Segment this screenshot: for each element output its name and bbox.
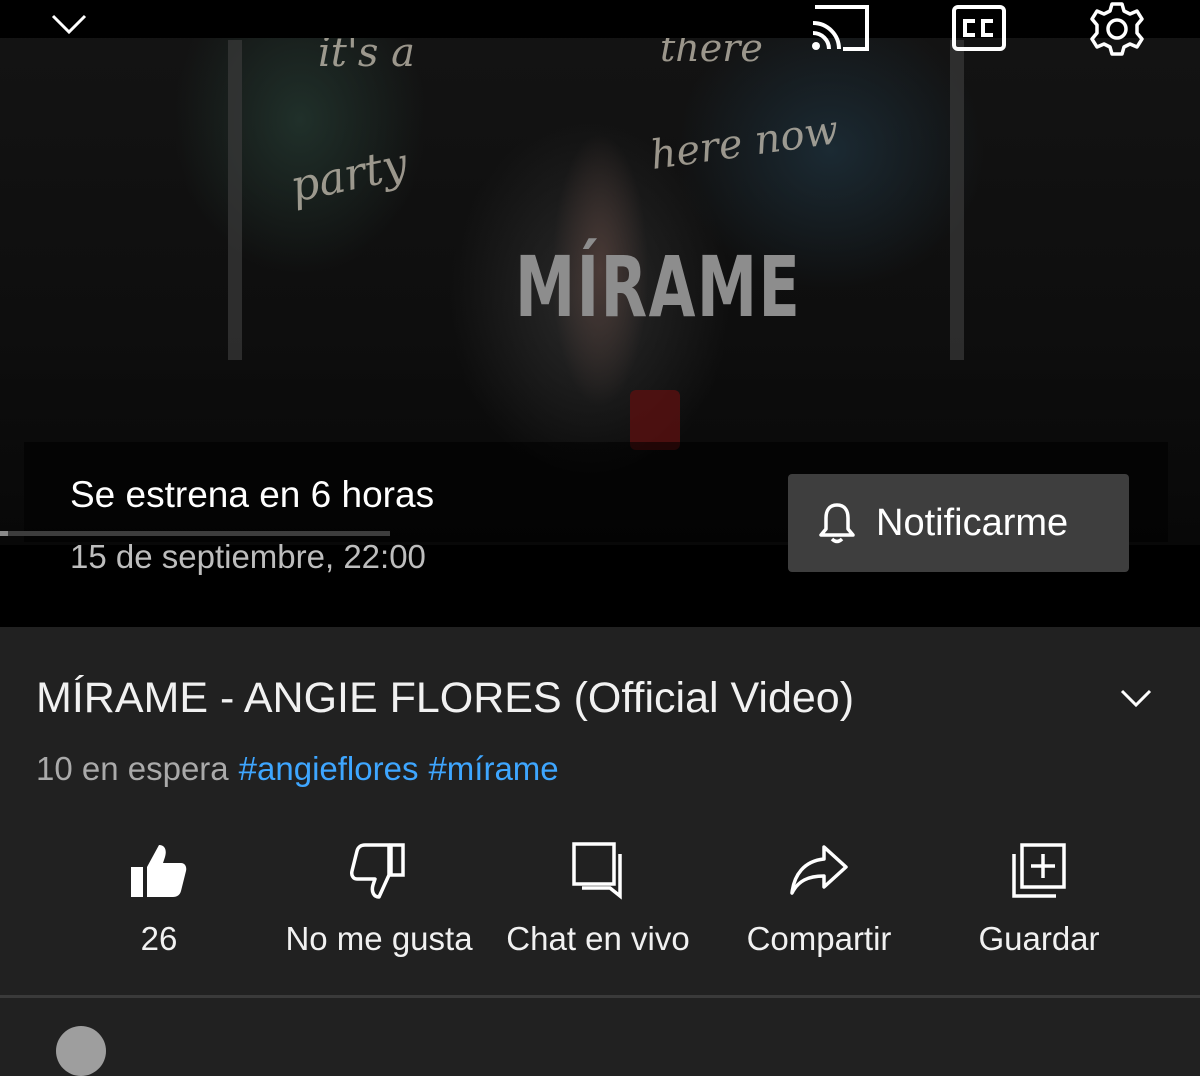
thumbnail-pillar — [228, 40, 242, 360]
like-button[interactable]: 26 — [100, 838, 218, 958]
video-player[interactable]: it's a there party here now MÍRAME Se es… — [0, 0, 1200, 627]
neon-text-party: party — [285, 138, 412, 213]
premiere-countdown: Se estrena en 6 horas — [70, 474, 435, 515]
cast-icon — [812, 5, 869, 51]
notify-me-button[interactable]: Notificarme — [788, 474, 1129, 572]
share-icon — [790, 845, 848, 895]
share-button[interactable]: Compartir — [726, 838, 912, 958]
thumbnail-accent — [630, 390, 680, 450]
like-count: 26 — [140, 920, 178, 957]
progress-track[interactable] — [0, 531, 390, 536]
thumbs-up-filled-icon — [131, 845, 187, 897]
video-title[interactable]: MÍRAME - ANGIE FLORES (Official Video) — [36, 674, 854, 723]
live-chat-button[interactable]: Chat en vivo — [492, 838, 704, 958]
cast-button[interactable] — [806, 2, 872, 54]
settings-button[interactable] — [1086, 0, 1148, 58]
minimize-player-button[interactable] — [48, 8, 90, 38]
live-chat-label: Chat en vivo — [506, 920, 690, 957]
progress-fill — [0, 531, 8, 536]
save-label: Guardar — [978, 920, 1100, 957]
dislike-label: No me gusta — [285, 920, 473, 957]
waiting-count: 10 en espera — [36, 750, 229, 787]
player-top-bar — [0, 0, 1200, 38]
thumbnail-pillar — [950, 40, 964, 360]
share-label: Compartir — [746, 920, 892, 957]
notify-me-label: Notificarme — [876, 501, 1069, 544]
hashtag-link[interactable]: #mírame — [428, 750, 558, 787]
captions-icon — [952, 5, 1006, 51]
save-playlist-icon — [1012, 843, 1066, 898]
live-chat-icon — [572, 842, 622, 900]
thumbnail-title: MÍRAME — [515, 238, 802, 336]
expand-description-button[interactable] — [1118, 686, 1154, 715]
chevron-down-icon — [1120, 689, 1152, 708]
premiere-date: 15 de septiembre, 22:00 — [70, 538, 426, 575]
video-meta-row: 10 en espera #angieflores #mírame — [36, 750, 569, 788]
settings-gear-icon — [1090, 2, 1144, 56]
channel-avatar[interactable] — [56, 1026, 106, 1076]
hashtag-link[interactable]: #angieflores — [239, 750, 419, 787]
captions-button[interactable] — [950, 2, 1008, 54]
bell-icon — [819, 503, 855, 544]
section-divider — [0, 995, 1200, 998]
dislike-button[interactable]: No me gusta — [270, 838, 488, 958]
thumbs-down-icon — [350, 843, 405, 899]
neon-text-here: here now — [647, 107, 842, 179]
chevron-down-icon — [51, 14, 87, 35]
save-button[interactable]: Guardar — [966, 838, 1112, 958]
